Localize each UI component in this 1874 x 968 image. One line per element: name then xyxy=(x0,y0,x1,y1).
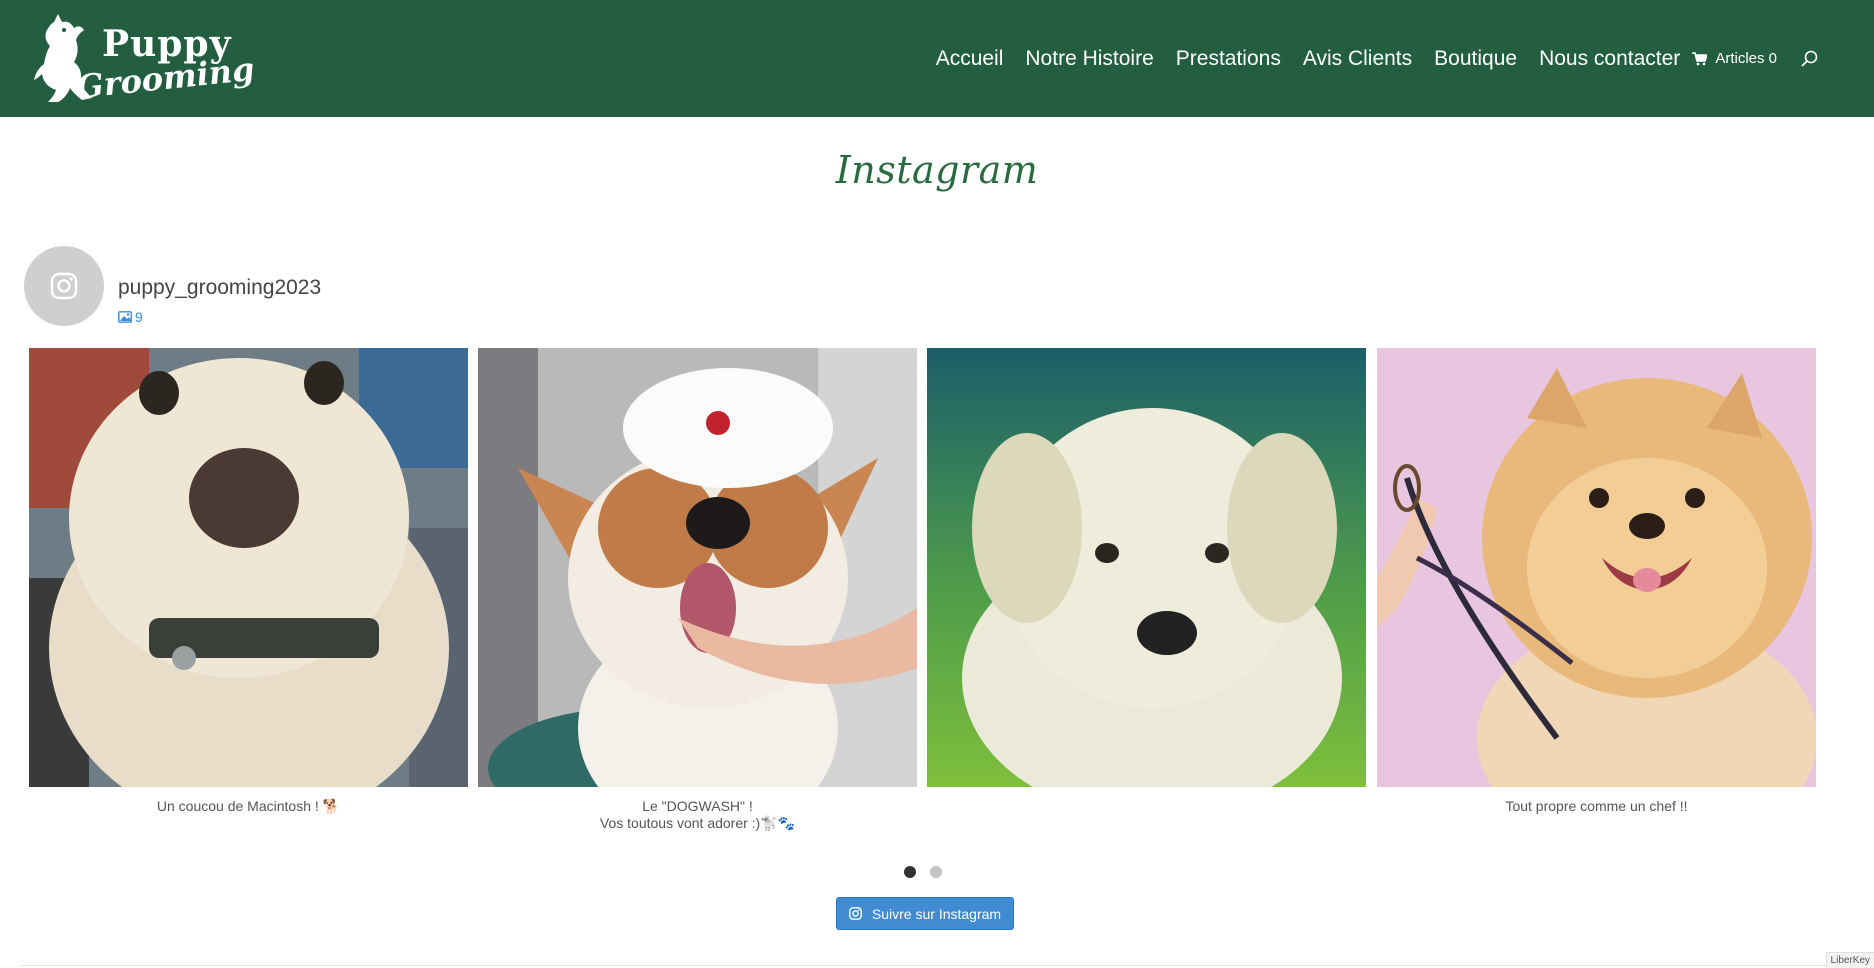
post-count-value: 9 xyxy=(135,309,143,325)
post-caption-2-line-2: Vos toutous vont adorer :)🐩🐾 xyxy=(599,815,796,831)
site-logo[interactable]: Puppy Grooming xyxy=(34,12,256,106)
image-icon xyxy=(118,311,132,323)
profile-avatar[interactable] xyxy=(24,246,104,326)
nav-item-avis-clients[interactable]: Avis Clients xyxy=(1303,47,1412,71)
instagram-post-3[interactable] xyxy=(927,348,1366,787)
search-button[interactable] xyxy=(1801,50,1818,67)
post-caption-2-line-1: Le "DOGWASH" ! xyxy=(642,798,753,814)
search-icon xyxy=(1801,50,1818,67)
instagram-post-4[interactable] xyxy=(1377,348,1816,787)
nav-item-accueil[interactable]: Accueil xyxy=(936,47,1004,71)
post-caption-4: Tout propre comme un chef !! xyxy=(1505,798,1688,814)
post-caption-2: Le "DOGWASH" ! Vos toutous vont adorer :… xyxy=(478,798,917,832)
post-caption-1: Un coucou de Macintosh ! 🐕 xyxy=(156,798,341,814)
post-image-puppy xyxy=(927,348,1366,787)
page-divider xyxy=(20,965,1854,966)
post-image-corgi-bath xyxy=(478,348,917,787)
follow-button-label: Suivre sur Instagram xyxy=(871,905,1002,922)
nav-item-prestations[interactable]: Prestations xyxy=(1176,47,1281,71)
cart-link[interactable]: Articles 0 xyxy=(1692,50,1777,67)
page-title: Instagram xyxy=(835,148,1039,192)
instagram-post-2[interactable] xyxy=(478,348,917,787)
instagram-icon xyxy=(849,907,862,920)
profile-username[interactable]: puppy_grooming2023 xyxy=(118,276,321,300)
post-image-westie xyxy=(29,348,468,787)
nav-item-notre-histoire[interactable]: Notre Histoire xyxy=(1025,47,1153,71)
site-header: Puppy Grooming Accueil Notre Histoire Pr… xyxy=(0,0,1874,117)
main-nav: Accueil Notre Histoire Prestations Avis … xyxy=(936,0,1874,117)
carousel-dot-1-active[interactable] xyxy=(904,866,916,878)
cart-icon xyxy=(1692,51,1708,65)
carousel-dot-2[interactable] xyxy=(930,866,942,878)
instagram-icon xyxy=(50,272,78,300)
cart-label: Articles 0 xyxy=(1715,50,1777,67)
post-count: 9 xyxy=(118,309,143,325)
nav-item-nous-contacter[interactable]: Nous contacter xyxy=(1539,47,1680,71)
corner-label: LiberKey xyxy=(1825,952,1874,968)
follow-instagram-button[interactable]: Suivre sur Instagram xyxy=(836,897,1014,930)
post-image-pomeranian xyxy=(1377,348,1816,787)
instagram-post-1[interactable] xyxy=(29,348,468,787)
nav-item-boutique[interactable]: Boutique xyxy=(1434,47,1517,71)
